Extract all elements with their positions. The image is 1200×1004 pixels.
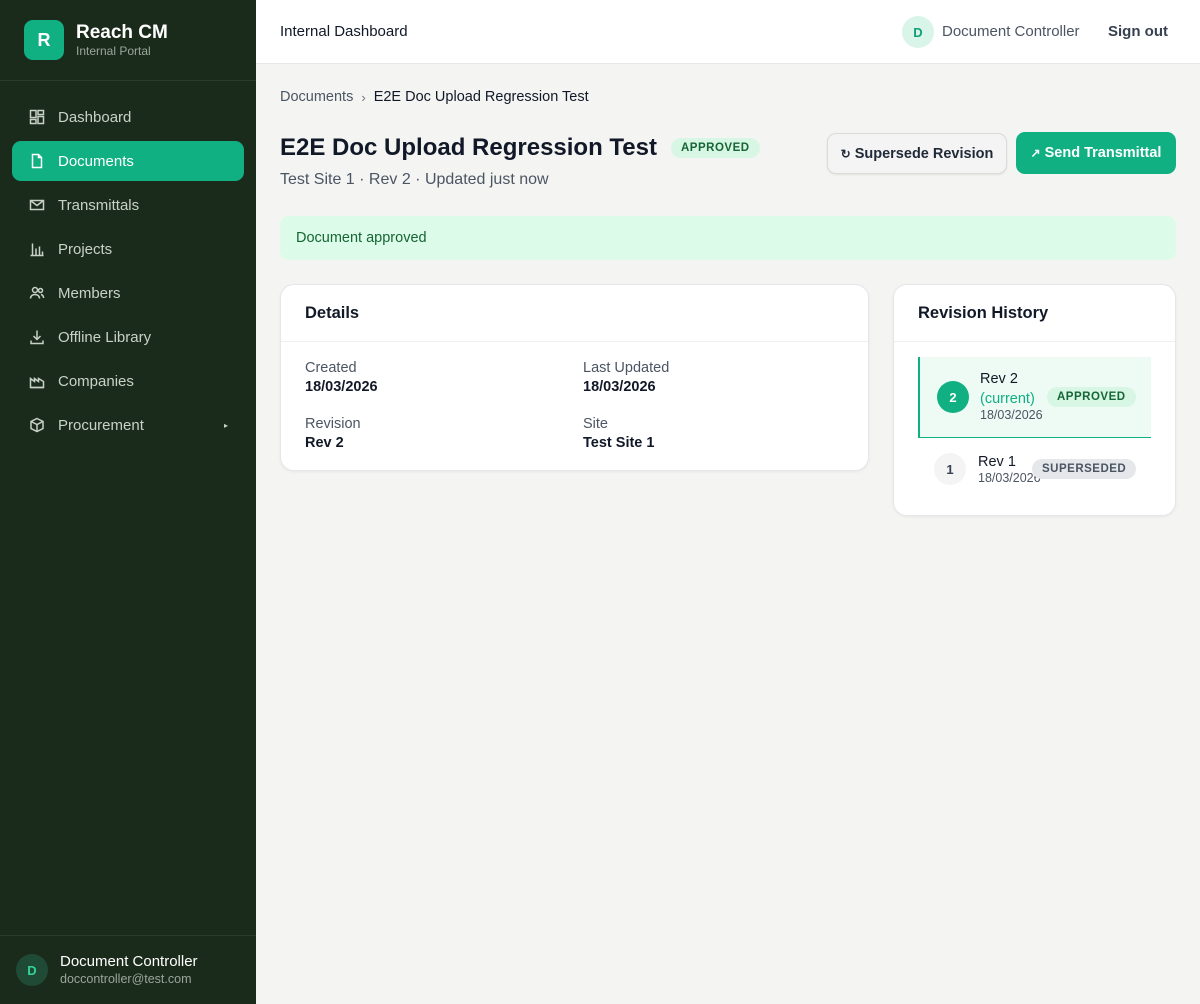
revision-date: 18/03/2026 bbox=[980, 408, 1043, 422]
sidebar: R Reach CM Internal Portal Dashboard Doc… bbox=[0, 0, 256, 1004]
sidebar-user-email: doccontroller@test.com bbox=[60, 972, 192, 986]
success-alert: Document approved bbox=[280, 216, 1176, 260]
topbar-title: Internal Dashboard bbox=[280, 23, 408, 40]
status-badge: SUPERSEDED bbox=[1032, 459, 1137, 479]
status-badge: APPROVED bbox=[1047, 387, 1136, 407]
sidebar-item-label: Transmittals bbox=[58, 196, 140, 214]
details-card: Details Created 18/03/2026 Last Updated … bbox=[280, 284, 869, 471]
details-heading: Details bbox=[281, 285, 868, 342]
sidebar-item-label: Procurement bbox=[58, 416, 144, 434]
sidebar-item-transmittals[interactable]: Transmittals bbox=[12, 185, 244, 225]
brand-name: Reach CM bbox=[76, 21, 168, 43]
arrow-up-right-icon: ↗ bbox=[1030, 146, 1041, 160]
field-value: Rev 2 bbox=[305, 435, 344, 451]
avatar: D bbox=[16, 954, 48, 986]
sidebar-item-label: Dashboard bbox=[58, 108, 132, 126]
send-transmittal-label: Send Transmittal bbox=[1044, 145, 1162, 161]
topbar-user-name: Document Controller bbox=[942, 23, 1080, 40]
field-label: Revision bbox=[305, 416, 361, 432]
page-title: E2E Doc Upload Regression Test bbox=[280, 134, 657, 161]
download-icon bbox=[28, 328, 46, 346]
mail-icon bbox=[28, 196, 46, 214]
sidebar-item-offline-library[interactable]: Offline Library bbox=[12, 317, 244, 357]
sidebar-item-members[interactable]: Members bbox=[12, 273, 244, 313]
supersede-revision-button[interactable]: ↻ Supersede Revision bbox=[827, 133, 1007, 174]
brand-logo[interactable]: R bbox=[24, 20, 64, 60]
box-icon bbox=[28, 416, 46, 434]
sign-out-button[interactable]: Sign out bbox=[1108, 23, 1168, 40]
sidebar-user: D Document Controller doccontroller@test… bbox=[0, 935, 256, 1004]
sidebar-user-name: Document Controller bbox=[60, 953, 198, 970]
revision-item[interactable]: 1 Rev 1 18/03/2026 SUPERSEDED bbox=[918, 438, 1151, 500]
field-label: Site bbox=[583, 416, 608, 432]
revision-name: Rev 1 bbox=[978, 454, 1016, 470]
topbar: Internal Dashboard D Document Controller… bbox=[256, 0, 1200, 64]
factory-icon bbox=[28, 372, 46, 390]
brand-subtitle: Internal Portal bbox=[76, 43, 151, 58]
chevron-right-icon: › bbox=[361, 89, 366, 105]
revision-history-heading: Revision History bbox=[894, 285, 1175, 342]
sidebar-item-label: Members bbox=[58, 284, 121, 302]
document-icon bbox=[28, 152, 46, 170]
site-field: Site Test Site 1 bbox=[583, 415, 654, 453]
field-value: 18/03/2026 bbox=[583, 379, 656, 395]
sidebar-item-label: Projects bbox=[58, 240, 113, 258]
field-label: Last Updated bbox=[583, 360, 670, 376]
field-value: Test Site 1 bbox=[583, 435, 655, 451]
chevron-right-icon: ▸ bbox=[223, 420, 228, 430]
refresh-icon: ↻ bbox=[840, 146, 851, 161]
revision-number: 1 bbox=[934, 453, 966, 485]
sidebar-nav: Dashboard Documents Transmittals Project… bbox=[12, 97, 244, 449]
revision-date: 18/03/2026 bbox=[978, 471, 1041, 485]
sidebar-item-procurement[interactable]: Procurement ▸ bbox=[12, 405, 244, 445]
send-transmittal-button[interactable]: ↗ Send Transmittal bbox=[1016, 132, 1176, 174]
sidebar-item-companies[interactable]: Companies bbox=[12, 361, 244, 401]
alert-message: Document approved bbox=[296, 230, 427, 246]
last-updated-field: Last Updated 18/03/2026 bbox=[583, 359, 669, 397]
field-value: 18/03/2026 bbox=[305, 379, 378, 395]
current-tag: (current) bbox=[980, 391, 1035, 407]
sidebar-item-documents[interactable]: Documents bbox=[12, 141, 244, 181]
page-subtitle: Test Site 1 · Rev 2 · Updated just now bbox=[280, 171, 549, 188]
breadcrumb-documents-link[interactable]: Documents bbox=[280, 89, 353, 105]
created-field: Created 18/03/2026 bbox=[305, 359, 378, 397]
brand: R Reach CM Internal Portal bbox=[0, 0, 256, 81]
revision-history-card: Revision History 2 Rev 2 (current) 18/03… bbox=[893, 284, 1176, 516]
sidebar-item-projects[interactable]: Projects bbox=[12, 229, 244, 269]
revision-number: 2 bbox=[937, 381, 969, 413]
breadcrumb: Documents › E2E Doc Upload Regression Te… bbox=[280, 89, 589, 105]
sidebar-item-dashboard[interactable]: Dashboard bbox=[12, 97, 244, 137]
breadcrumb-current: E2E Doc Upload Regression Test bbox=[373, 89, 589, 105]
revision-field: Revision Rev 2 bbox=[305, 415, 361, 453]
field-label: Created bbox=[305, 360, 357, 376]
sidebar-item-label: Offline Library bbox=[58, 328, 152, 346]
revision-name: Rev 2 (current) bbox=[980, 371, 1035, 407]
sidebar-item-label: Documents bbox=[58, 152, 134, 170]
dashboard-icon bbox=[28, 108, 46, 126]
sidebar-item-label: Companies bbox=[58, 372, 134, 390]
users-icon bbox=[28, 284, 46, 302]
bar-chart-icon bbox=[28, 240, 46, 258]
supersede-revision-label: Supersede Revision bbox=[854, 145, 994, 162]
revision-item-current[interactable]: 2 Rev 2 (current) 18/03/2026 APPROVED bbox=[918, 357, 1151, 438]
avatar: D bbox=[902, 16, 934, 48]
status-badge: APPROVED bbox=[671, 138, 760, 158]
